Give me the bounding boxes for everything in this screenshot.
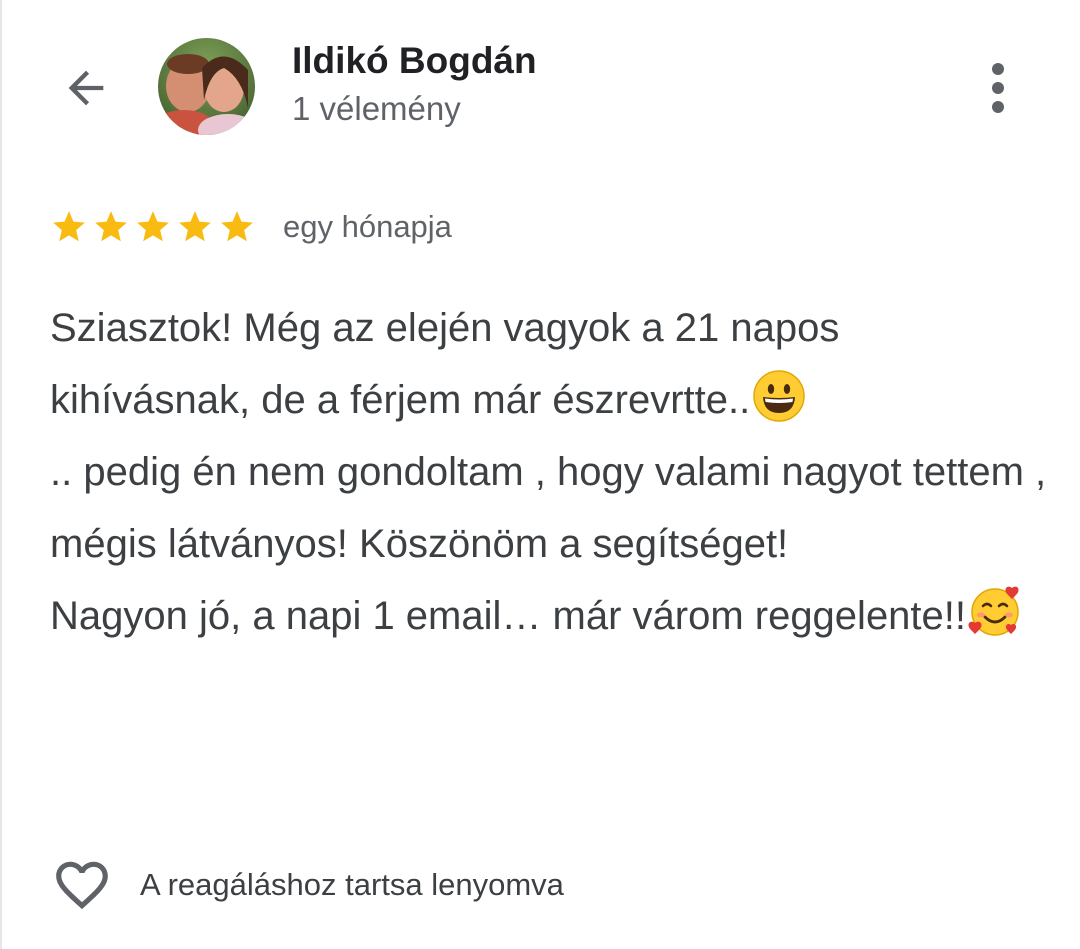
more-vert-icon [992,63,1004,113]
review-detail-screen: Ildikó Bogdán 1 vélemény egy hónapja Szi… [0,0,1080,949]
review-paragraph: Nagyon jó, a napi 1 email… már várom reg… [50,580,1050,652]
smiling-face-with-hearts-emoji-icon [968,585,1022,639]
star-rating [50,208,256,246]
review-paragraph-text: Sziasztok! Még az elején vagyok a 21 nap… [50,306,840,422]
avatar[interactable] [158,38,255,135]
more-options-button[interactable] [972,58,1024,118]
review-paragraph: .. pedig én nem gondoltam , hogy valami … [50,436,1050,580]
reaction-row: A reagáláshoz tartsa lenyomva [50,850,564,920]
heart-outline-icon [56,861,108,910]
like-button[interactable] [50,853,114,917]
review-paragraph: Sziasztok! Még az elején vagyok a 21 nap… [50,292,1050,436]
star-icon [179,211,211,242]
review-paragraph-text: Nagyon jó, a napi 1 email… már várom reg… [50,594,967,638]
author-name[interactable]: Ildikó Bogdán [292,40,537,82]
review-count: 1 vélemény [292,90,461,127]
review-text: Sziasztok! Még az elején vagyok a 21 nap… [50,292,1050,652]
grinning-face-emoji-icon [752,369,806,423]
star-icon [221,211,253,242]
reaction-hint: A reagáláshoz tartsa lenyomva [140,867,564,902]
star-icon [95,211,127,242]
review-time: egy hónapja [283,209,452,244]
rating-row: egy hónapja [50,205,452,249]
review-paragraph-text: .. pedig én nem gondoltam , hogy valami … [50,450,1047,566]
star-icon [53,211,85,242]
arrow-back-icon [68,70,104,106]
star-icon [137,211,169,242]
back-button[interactable] [54,56,118,120]
